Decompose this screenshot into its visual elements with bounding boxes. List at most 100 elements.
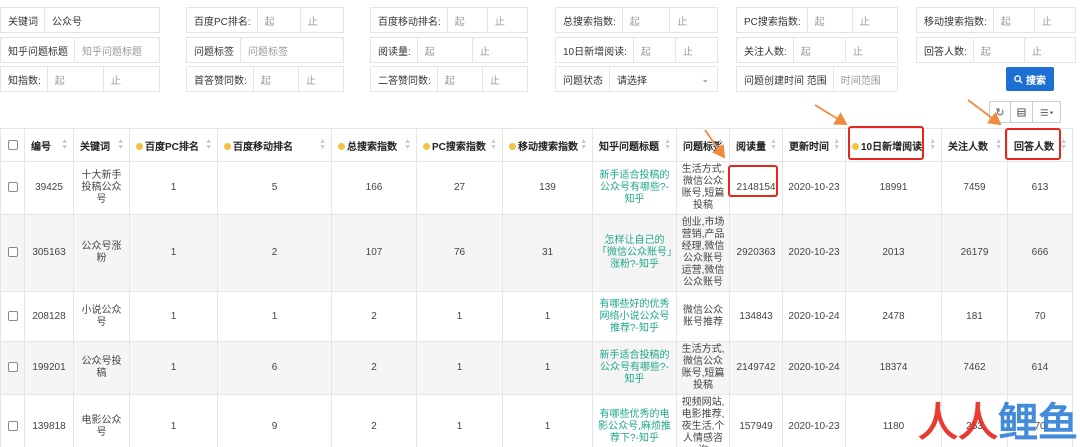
baidu-mobile-rank-from[interactable]: 起 <box>446 8 487 32</box>
search-icon <box>1014 74 1023 84</box>
sort-icon: ▲ ▼ <box>404 138 411 151</box>
row-checkbox[interactable] <box>0 161 25 215</box>
zhi-index-label: 知指数: <box>8 75 41 87</box>
cell-zhihu-title-link[interactable]: 怎样让自己的「微信公众账号」涨粉?-知乎 <box>592 214 677 292</box>
col-question-tag[interactable]: 问题标签 ▲ ▼ <box>676 128 730 162</box>
pc-search-to[interactable]: 止 <box>851 8 897 32</box>
cell-keyword: 十大新手投稿公众号 <box>73 161 130 215</box>
followers-label: 关注人数: <box>744 46 787 58</box>
first-likes-from[interactable]: 起 <box>252 67 298 91</box>
cell-baidu-mobile-rank: 9 <box>217 394 332 447</box>
zhi-index-from[interactable]: 起 <box>46 67 103 91</box>
mobile-search-from[interactable]: 起 <box>992 8 1034 32</box>
refresh-button[interactable]: ↻ <box>989 101 1011 123</box>
second-likes-to[interactable]: 止 <box>481 67 527 91</box>
toggle-view-button[interactable] <box>1011 101 1033 123</box>
reads-from[interactable]: 起 <box>416 38 472 62</box>
new-reads-to[interactable]: 止 <box>674 38 717 62</box>
mobile-search-to[interactable]: 止 <box>1033 8 1075 32</box>
col-followers[interactable]: 关注人数 ▲ ▼ <box>941 128 1008 162</box>
col-baidu-pc-rank[interactable]: 百度PC排名 ▲ ▼ <box>129 128 218 162</box>
total-search-from[interactable]: 起 <box>621 8 670 32</box>
search-button[interactable]: 搜索 <box>1006 67 1054 91</box>
cell-id: 199201 <box>24 341 74 395</box>
refresh-icon: ↻ <box>995 106 1005 119</box>
zhihu-title-label: 知乎问题标题 <box>8 46 68 58</box>
keyword-input[interactable]: 公众号 <box>44 8 159 32</box>
table-row: 305163 公众号涨粉 1 2 107 76 31 怎样让自己的「微信公众账号… <box>0 214 1073 292</box>
cell-question-tag: 视频网站,电影推荐,夜生活,个人情感咨询 <box>676 394 730 447</box>
col-keyword[interactable]: 关键词 ▲ ▼ <box>73 128 130 162</box>
cell-baidu-pc-rank: 1 <box>129 161 218 215</box>
new-reads-from[interactable]: 起 <box>632 38 675 62</box>
chevron-down-icon: ⌄ <box>701 73 709 84</box>
col-pc-search[interactable]: PC搜索指数 ▲ ▼ <box>416 128 503 162</box>
baidu-pc-rank-to[interactable]: 止 <box>299 8 343 32</box>
question-status-select[interactable]: 请选择 ⌄ <box>609 67 717 91</box>
baidu-mobile-rank-to[interactable]: 止 <box>486 8 527 32</box>
baidu-pc-rank-filter: 百度PC排名: 起 止 <box>186 7 344 33</box>
cell-baidu-mobile-rank: 6 <box>217 341 332 395</box>
cell-total-search: 2 <box>331 341 417 395</box>
cell-followers: 7459 <box>941 161 1008 215</box>
total-search-to[interactable]: 止 <box>669 8 717 32</box>
col-reads[interactable]: 阅读量 ▲ ▼ <box>729 128 783 162</box>
cell-zhihu-title-link[interactable]: 有哪些好的优秀网络小说公众号推荐?-知乎 <box>592 291 677 342</box>
row-checkbox[interactable] <box>0 394 25 447</box>
created-time-input[interactable]: 时间范围 <box>832 67 897 91</box>
cell-answerers: 70 <box>1007 291 1073 342</box>
sort-icon: ▲ ▼ <box>833 138 840 151</box>
cell-zhihu-title-link[interactable]: 新手适合投稿的公众号有哪些?-知乎 <box>592 161 677 215</box>
cell-keyword: 小说公众号 <box>73 291 130 342</box>
followers-from[interactable]: 起 <box>792 38 845 62</box>
row-checkbox[interactable] <box>0 341 25 395</box>
cell-zhihu-title-link[interactable]: 有哪些优秀的电影公众号,麻烦推荐下?-知乎 <box>592 394 677 447</box>
list-menu-icon <box>1040 108 1053 116</box>
followers-to[interactable]: 止 <box>844 38 897 62</box>
sort-icon: ▲ ▼ <box>1060 138 1067 151</box>
col-id[interactable]: 编号 ▲ ▼ <box>24 128 74 162</box>
cell-zhihu-title-link[interactable]: 新手适合投稿的公众号有哪些?-知乎 <box>592 341 677 395</box>
table-row: 139818 电影公众号 1 9 2 1 1 有哪些优秀的电影公众号,麻烦推荐下… <box>0 394 1073 447</box>
cell-reads: 2149742 <box>729 341 783 395</box>
table-row: 39425 十大新手投稿公众号 1 5 166 27 139 新手适合投稿的公众… <box>0 161 1073 215</box>
cell-pc-search: 1 <box>416 341 503 395</box>
first-likes-filter: 首答赞同数: 起 止 <box>186 66 344 92</box>
col-baidu-mobile-rank[interactable]: 百度移动排名 ▲ ▼ <box>217 128 332 162</box>
question-status-value: 请选择 <box>617 75 647 87</box>
total-search-label: 总搜索指数: <box>563 16 616 28</box>
zhi-index-to[interactable]: 止 <box>102 67 159 91</box>
cell-new-reads: 18374 <box>845 341 942 395</box>
col-zhihu-title[interactable]: 知乎问题标题 ▲ ▼ <box>592 128 677 162</box>
zhihu-title-input[interactable]: 知乎问题标题 <box>74 38 159 62</box>
cell-pc-search: 1 <box>416 394 503 447</box>
cell-total-search: 107 <box>331 214 417 292</box>
created-time-filter: 问题创建时间 范围 时间范围 <box>736 66 898 92</box>
watermark-text-2: 鲤鱼 <box>998 400 1078 446</box>
pc-search-label: PC搜索指数: <box>744 16 801 28</box>
first-likes-to[interactable]: 止 <box>297 67 343 91</box>
cell-updated: 2020-10-23 <box>782 214 846 292</box>
columns-menu-button[interactable] <box>1033 101 1061 123</box>
answerers-from[interactable]: 起 <box>972 38 1024 62</box>
pc-search-from[interactable]: 起 <box>806 8 852 32</box>
sort-icon: ▲ ▼ <box>205 138 212 151</box>
cell-answerers: 614 <box>1007 341 1073 395</box>
baidu-mobile-rank-filter: 百度移动排名: 起 止 <box>370 7 528 33</box>
row-checkbox[interactable] <box>0 214 25 292</box>
reads-to[interactable]: 止 <box>471 38 527 62</box>
cell-mobile-search: 1 <box>502 291 593 342</box>
select-all-checkbox[interactable] <box>0 128 25 162</box>
answerers-to[interactable]: 止 <box>1023 38 1075 62</box>
col-mobile-search[interactable]: 移动搜索指数 ▲ ▼ <box>502 128 593 162</box>
reads-filter: 阅读量: 起 止 <box>370 37 528 63</box>
sort-icon: ▲ ▼ <box>319 138 326 151</box>
followers-filter: 关注人数: 起 止 <box>736 37 898 63</box>
col-total-search[interactable]: 总搜索指数 ▲ ▼ <box>331 128 417 162</box>
baidu-pc-rank-from[interactable]: 起 <box>256 8 300 32</box>
col-updated[interactable]: 更新时间 ▲ ▼ <box>782 128 846 162</box>
question-tag-input[interactable]: 问题标签 <box>240 38 343 62</box>
help-icon <box>423 142 430 150</box>
second-likes-from[interactable]: 起 <box>436 67 482 91</box>
row-checkbox[interactable] <box>0 291 25 342</box>
